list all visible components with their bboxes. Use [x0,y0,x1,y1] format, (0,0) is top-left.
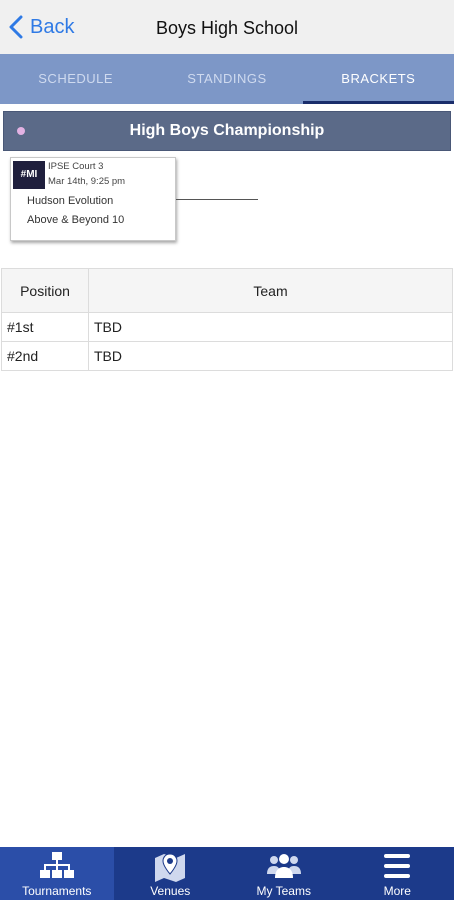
team-cell: TBD [88,341,453,371]
tabbar-more[interactable]: More [341,847,454,900]
tabbar-my-teams[interactable]: My Teams [227,847,341,900]
tabbar-venues[interactable]: Venues [114,847,228,900]
tab-schedule[interactable]: SCHEDULE [0,54,151,104]
match-team-1: Hudson Evolution [27,195,114,207]
table-header-row: Position Team [1,268,453,313]
teams-icon [266,854,301,878]
team-cell: TBD [88,312,453,342]
tabbar-label: Tournaments [22,884,92,898]
navigation-bar: Boys High School Back [0,0,454,54]
back-button[interactable]: Back [8,12,74,42]
table-row: #1st TBD [1,312,453,342]
chevron-left-icon [9,15,23,39]
bracket-title: High Boys Championship [129,122,325,139]
bracket-header[interactable]: High Boys Championship [3,111,451,151]
bracket-connector-line [176,199,258,200]
bracket-icon [39,852,74,878]
tabbar-tournaments[interactable]: Tournaments [0,847,114,900]
match-court: IPSE Court 3 [48,161,104,172]
segment-tabs: SCHEDULE STANDINGS BRACKETS [0,54,454,104]
results-table: Position Team #1st TBD #2nd TBD [1,268,453,371]
back-label: Back [30,15,75,38]
position-cell: #1st [1,312,89,342]
match-card[interactable]: #MI IPSE Court 3 Mar 14th, 9:25 pm Hudso… [10,157,176,241]
match-team-2: Above & Beyond 10 [27,214,125,226]
table-row: #2nd TBD [1,341,453,371]
match-badge: #MI [13,161,45,189]
column-header-team: Team [88,268,453,313]
tabbar-label: More [383,884,411,898]
map-icon [155,853,186,882]
tab-brackets[interactable]: BRACKETS [302,54,454,104]
tabbar-label: Venues [150,884,191,898]
match-time: Mar 14th, 9:25 pm [48,176,126,187]
tabbar-label: My Teams [256,884,311,898]
menu-icon [384,854,411,878]
bottom-tab-bar: Tournaments Venues My Teams More [0,847,454,900]
bracket-dot-icon [17,127,25,135]
position-cell: #2nd [1,341,89,371]
tab-standings[interactable]: STANDINGS [151,54,302,104]
column-header-position: Position [1,268,89,313]
